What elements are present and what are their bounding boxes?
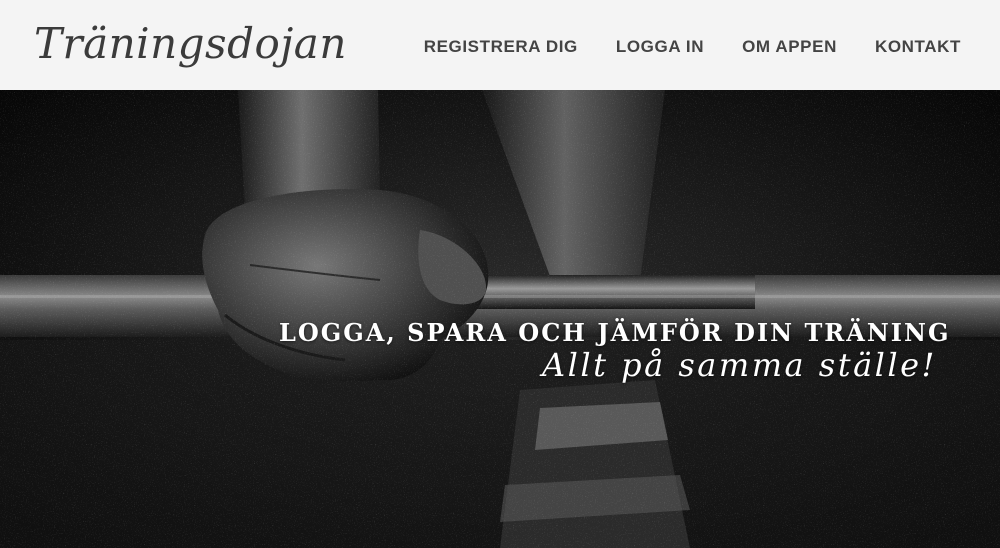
hero-banner: LOGGA, SPARA OCH JÄMFÖR DIN TRÄNING Allt… [0,90,1000,548]
nav-link-register[interactable]: REGISTRERA DIG [424,36,578,58]
site-header: Träningsdojan REGISTRERA DIG LOGGA IN OM… [0,0,1000,90]
hero-tagline: LOGGA, SPARA OCH JÄMFÖR DIN TRÄNING [279,318,951,347]
nav-link-about[interactable]: OM APPEN [742,36,837,58]
hero-text-block: LOGGA, SPARA OCH JÄMFÖR DIN TRÄNING Allt… [0,90,1000,548]
nav-link-login[interactable]: LOGGA IN [616,36,704,58]
nav-link-contact[interactable]: KONTAKT [875,36,961,58]
hero-subline: Allt på samma ställe! [542,346,937,384]
main-nav: REGISTRERA DIG LOGGA IN OM APPEN KONTAKT [424,36,961,58]
logo[interactable]: Träningsdojan [34,14,347,74]
